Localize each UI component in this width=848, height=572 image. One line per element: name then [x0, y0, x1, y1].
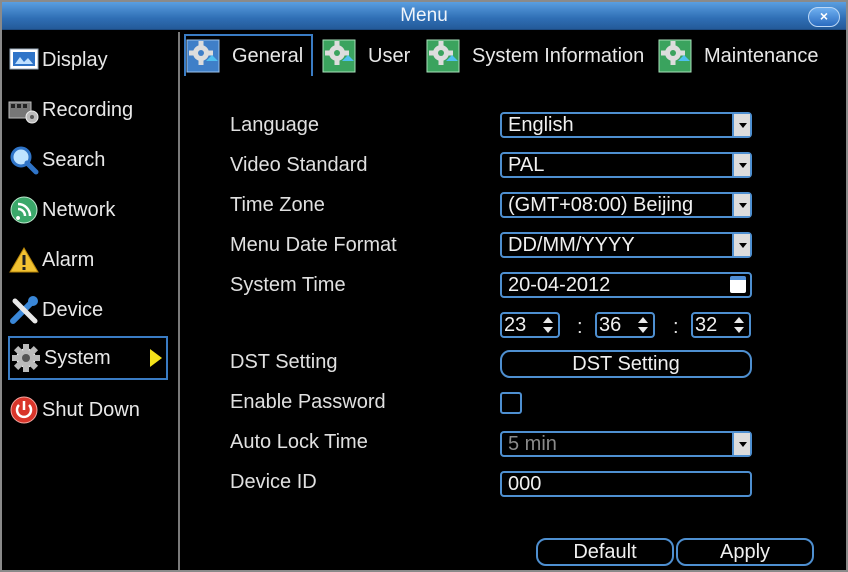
tab-maintenance[interactable]: Maintenance: [658, 36, 819, 76]
tab-label: Maintenance: [704, 44, 819, 67]
chevron-down-icon[interactable]: [732, 433, 750, 455]
auto-lock-time-value: 5 min: [508, 433, 557, 455]
language-value: English: [508, 114, 574, 136]
chevron-down-icon[interactable]: [732, 194, 750, 216]
dst-setting-button[interactable]: DST Setting: [500, 350, 752, 378]
system-date-value: 20-04-2012: [508, 274, 611, 296]
sidebar-item-device[interactable]: Device: [8, 288, 168, 332]
calendar-icon[interactable]: [730, 276, 746, 293]
network-icon: [8, 194, 40, 226]
apply-button[interactable]: Apply: [676, 538, 814, 566]
sidebar-item-shut-down[interactable]: Shut Down: [8, 388, 168, 432]
dst-setting-label: DST Setting: [230, 351, 338, 373]
video-standard-label: Video Standard: [230, 154, 368, 176]
sidebar-item-label: Alarm: [42, 248, 95, 271]
stepper-up-icon[interactable]: [543, 317, 553, 323]
sidebar-item-display[interactable]: Display: [8, 38, 168, 82]
chevron-down-icon[interactable]: [732, 154, 750, 176]
video-standard-dropdown[interactable]: PAL: [500, 152, 752, 178]
hour-value: 23: [504, 314, 527, 336]
chevron-down-icon[interactable]: [732, 234, 750, 256]
sidebar-item-label: Display: [42, 48, 108, 71]
sidebar-item-label: Shut Down: [42, 398, 140, 421]
device-id-label: Device ID: [230, 471, 317, 493]
maintenance-tab-icon: [658, 39, 692, 73]
tab-general[interactable]: General: [184, 34, 314, 76]
general-tab-icon: [186, 39, 220, 73]
sidebar-item-alarm[interactable]: Alarm: [8, 238, 168, 282]
second-value: 32: [695, 314, 718, 336]
stepper-down-icon[interactable]: [638, 327, 648, 333]
tab-label: System Information: [472, 44, 645, 67]
sidebar-item-network[interactable]: Network: [8, 188, 168, 232]
enable-password-checkbox[interactable]: [500, 392, 522, 414]
system-gear-icon: [10, 342, 42, 374]
auto-lock-time-dropdown[interactable]: 5 min: [500, 431, 752, 457]
video-standard-value: PAL: [508, 154, 545, 176]
general-settings-panel: Language English Video Standard PAL Time…: [184, 76, 848, 572]
tab-system-information[interactable]: System Information: [426, 36, 644, 76]
close-button[interactable]: ×: [808, 7, 840, 27]
language-dropdown[interactable]: English: [500, 112, 752, 138]
stepper-up-icon[interactable]: [638, 317, 648, 323]
sidebar-item-label: Device: [42, 298, 104, 321]
tab-label: General: [232, 44, 304, 67]
sidebar-item-system[interactable]: System: [8, 336, 168, 380]
tab-user[interactable]: User: [322, 36, 410, 76]
chevron-down-icon[interactable]: [732, 114, 750, 136]
system-time-label: System Time: [230, 274, 346, 296]
menu-date-format-label: Menu Date Format: [230, 234, 397, 256]
menu-date-format-dropdown[interactable]: DD/MM/YYYY: [500, 232, 752, 258]
default-button[interactable]: Default: [536, 538, 674, 566]
sidebar-item-recording[interactable]: Recording: [8, 88, 168, 132]
menu-window: Menu × Display Recording Search Network …: [0, 0, 848, 572]
window-title: Menu: [400, 5, 448, 26]
stepper-up-icon[interactable]: [734, 317, 744, 323]
tab-bar: General User System Information Maintena…: [184, 32, 846, 76]
second-stepper[interactable]: 32: [691, 312, 751, 338]
display-icon: [8, 44, 40, 76]
tab-label: User: [368, 44, 411, 67]
sidebar-item-label: Network: [42, 198, 116, 221]
title-bar: Menu ×: [2, 2, 846, 30]
hour-stepper[interactable]: 23: [500, 312, 560, 338]
sidebar-item-label: System: [44, 346, 111, 369]
time-zone-value: (GMT+08:00) Beijing: [508, 194, 694, 216]
user-tab-icon: [322, 39, 356, 73]
device-icon: [8, 294, 40, 326]
stepper-down-icon[interactable]: [734, 327, 744, 333]
minute-value: 36: [599, 314, 622, 336]
alarm-icon: [8, 244, 40, 276]
time-zone-label: Time Zone: [230, 194, 325, 216]
menu-date-format-value: DD/MM/YYYY: [508, 234, 635, 256]
time-zone-dropdown[interactable]: (GMT+08:00) Beijing: [500, 192, 752, 218]
active-arrow-icon: [150, 349, 162, 367]
language-label: Language: [230, 114, 319, 136]
enable-password-label: Enable Password: [230, 391, 386, 413]
sidebar: Display Recording Search Network Alarm D…: [4, 32, 180, 570]
recording-icon: [8, 94, 40, 126]
system-date-field[interactable]: 20-04-2012: [500, 272, 752, 298]
device-id-value: 000: [508, 473, 542, 495]
auto-lock-time-label: Auto Lock Time: [230, 431, 368, 453]
power-icon: [8, 394, 40, 426]
device-id-input[interactable]: 000: [500, 471, 752, 497]
system-information-tab-icon: [426, 39, 460, 73]
sidebar-item-label: Recording: [42, 98, 134, 121]
minute-stepper[interactable]: 36: [595, 312, 655, 338]
sidebar-item-label: Search: [42, 148, 106, 171]
sidebar-item-search[interactable]: Search: [8, 138, 168, 182]
search-icon: [8, 144, 40, 176]
time-separator: :: [673, 316, 679, 338]
time-separator: :: [577, 316, 583, 338]
stepper-down-icon[interactable]: [543, 327, 553, 333]
